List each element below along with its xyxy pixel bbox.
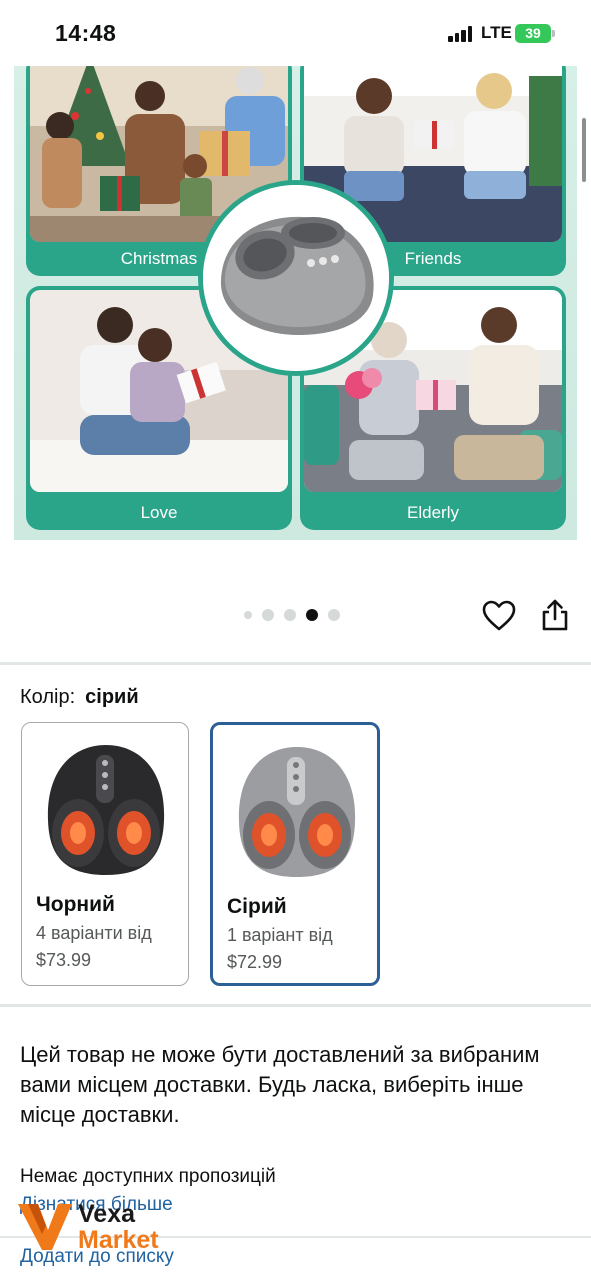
section-divider <box>0 1004 591 1007</box>
share-icon <box>542 599 568 631</box>
color-label: Колір: <box>20 686 76 708</box>
color-option-name: Чорний <box>36 893 115 916</box>
color-option-variants: 4 варіанти від <box>36 923 152 943</box>
delivery-unavailable-message: Цей товар не може бути доставлений за ви… <box>20 1042 540 1127</box>
pagination-dot[interactable] <box>284 609 296 621</box>
status-bar: 14:48 LTE 39 <box>0 0 591 66</box>
vexa-market-watermark: Vexa Market <box>16 1198 196 1254</box>
tile-label-elderly: Elderly <box>407 503 459 522</box>
pagination-dot[interactable] <box>262 609 274 621</box>
watermark-line1: Vexa <box>78 1200 136 1228</box>
favorite-button[interactable] <box>482 600 516 632</box>
color-selector-header: Колір: сірий <box>20 686 139 709</box>
section-divider <box>0 662 591 665</box>
black-massager-image <box>38 735 174 885</box>
vexa-logo-icon <box>18 1204 72 1250</box>
scrollbar[interactable] <box>582 118 586 182</box>
status-time: 14:48 <box>55 20 117 46</box>
network-type: LTE <box>481 23 512 42</box>
tile-label-love: Love <box>140 503 178 522</box>
pagination-dot[interactable] <box>328 609 340 621</box>
product-image[interactable]: Christmas Friends Love Elderly <box>14 66 577 540</box>
share-button[interactable] <box>540 598 570 632</box>
screen: 14:48 LTE 39 Christmas Friends Love Elde… <box>0 0 591 1280</box>
battery-icon: 39 <box>515 24 555 43</box>
color-option-price: $73.99 <box>36 950 92 970</box>
gray-massager-image <box>229 737 365 887</box>
pagination-dot[interactable] <box>244 611 252 619</box>
color-option-black[interactable]: Чорний 4 варіанти від $73.99 <box>21 722 189 986</box>
color-option-gray[interactable]: Сірий 1 варіант від $72.99 <box>210 722 380 986</box>
color-option-price: $72.99 <box>227 952 283 972</box>
no-offers-text: Немає доступних пропозицій <box>20 1166 276 1187</box>
product-thumbnail-circle <box>198 180 394 376</box>
color-option-variants: 1 варіант від <box>227 925 333 945</box>
image-pagination[interactable] <box>244 609 340 621</box>
watermark-line2: Market <box>78 1226 159 1254</box>
color-selected-value: сірий <box>85 686 139 708</box>
pagination-dot-active[interactable] <box>306 609 318 621</box>
signal-icon <box>448 26 474 42</box>
heart-icon <box>482 600 516 631</box>
color-option-name: Сірий <box>227 895 287 918</box>
